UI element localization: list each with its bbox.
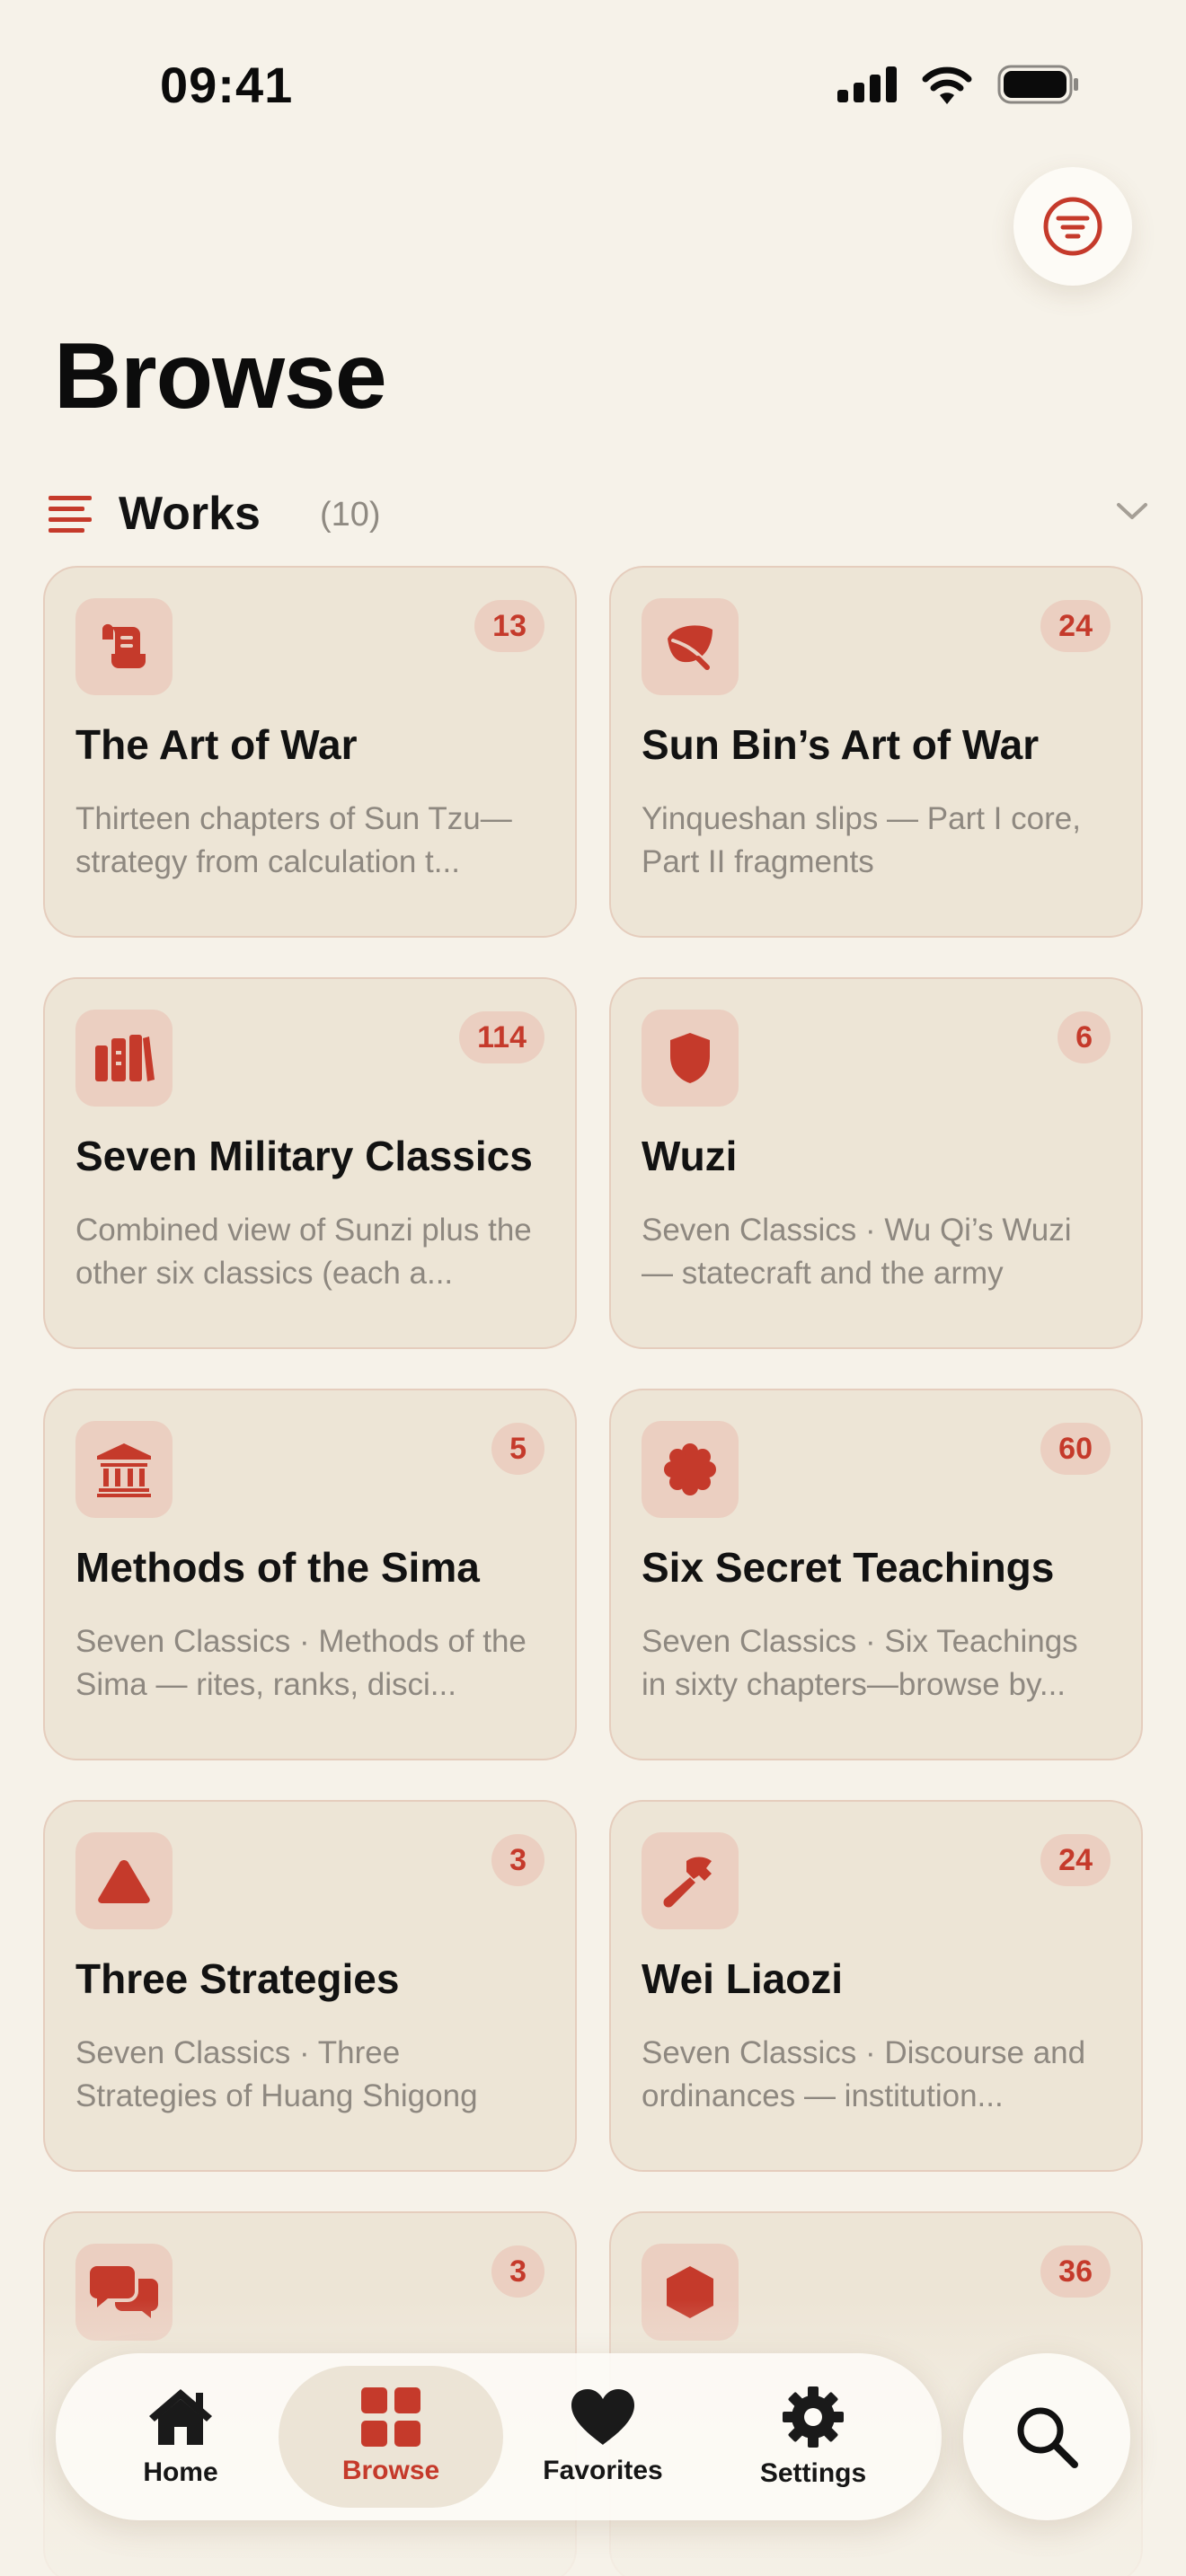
status-time: 09:41 bbox=[160, 57, 294, 113]
search-button[interactable] bbox=[963, 2353, 1130, 2520]
tab-settings[interactable]: Settings bbox=[701, 2366, 925, 2508]
battery-icon bbox=[997, 65, 1078, 104]
card-description: Yinqueshan slips — Part I core, Part II … bbox=[642, 801, 1081, 879]
section-count: (10) bbox=[320, 496, 381, 534]
tab-label: Browse bbox=[341, 2456, 440, 2485]
works-grid: 13 The Art of War Thirteen chapters of S… bbox=[43, 566, 1143, 2576]
tab-label: Home bbox=[143, 2457, 218, 2487]
hexagon-icon bbox=[642, 2244, 739, 2341]
card-title: Three Strategies bbox=[75, 1955, 400, 2002]
chapter-count-badge: 36 bbox=[1040, 2245, 1111, 2298]
work-card[interactable]: 13 The Art of War Thirteen chapters of S… bbox=[43, 566, 577, 938]
card-description: Seven Classics · Discourse and ordinance… bbox=[642, 2035, 1086, 2113]
grid-icon bbox=[361, 2387, 420, 2447]
heart-icon bbox=[571, 2389, 634, 2445]
scroll-icon bbox=[75, 598, 173, 695]
card-description: Combined view of Sunzi plus the other si… bbox=[75, 1213, 532, 1291]
page-title: Browse bbox=[54, 324, 387, 428]
chapter-count-badge: 114 bbox=[459, 1011, 544, 1063]
card-description: Thirteen chapters of Sun Tzu—strategy fr… bbox=[75, 801, 512, 879]
card-description: Seven Classics · Wu Qi’s Wuzi — statecra… bbox=[642, 1213, 1072, 1291]
chapter-count-badge: 24 bbox=[1040, 600, 1111, 652]
chapter-count-badge: 3 bbox=[491, 1834, 544, 1886]
card-description: Seven Classics · Methods of the Sima — r… bbox=[75, 1624, 527, 1702]
tab-label: Settings bbox=[759, 2458, 867, 2488]
card-title: Seven Military Classics bbox=[75, 1133, 533, 1179]
card-title: The Art of War bbox=[75, 721, 358, 768]
shield-icon bbox=[642, 1010, 739, 1107]
tab-home[interactable]: Home bbox=[68, 2366, 293, 2508]
work-card[interactable]: 24 Sun Bin’s Art of War Yinqueshan slips… bbox=[609, 566, 1143, 938]
seal-icon bbox=[642, 1421, 739, 1518]
house-icon bbox=[149, 2389, 212, 2445]
work-card[interactable]: 5 Methods of the Sima Seven Classics · M… bbox=[43, 1389, 577, 1760]
wifi-icon bbox=[922, 66, 972, 104]
card-title: Methods of the Sima bbox=[75, 1544, 480, 1591]
work-card[interactable]: 3 Three Strategies Seven Classics · Thre… bbox=[43, 1800, 577, 2172]
status-bar: 09:41 bbox=[0, 0, 1186, 171]
gear-icon bbox=[783, 2386, 844, 2448]
hammer-icon bbox=[642, 1832, 739, 1929]
card-title: Sun Bin’s Art of War bbox=[642, 721, 1040, 768]
chevron-down-icon[interactable] bbox=[1116, 501, 1148, 521]
signal-icon bbox=[837, 66, 897, 102]
building-columns-icon bbox=[75, 1421, 173, 1518]
work-card[interactable]: 114 Seven Military Classics Combined vie… bbox=[43, 977, 577, 1349]
tab-bar: Home Browse Favorites Settings bbox=[56, 2353, 942, 2520]
works-section-header[interactable]: Works (10) bbox=[45, 483, 1148, 544]
chapter-count-badge: 13 bbox=[474, 600, 544, 652]
chapter-count-badge: 24 bbox=[1040, 1834, 1111, 1886]
filter-button[interactable] bbox=[1013, 167, 1132, 286]
status-icons bbox=[837, 65, 1080, 104]
chapter-count-badge: 5 bbox=[491, 1423, 544, 1475]
search-icon bbox=[1017, 2407, 1078, 2468]
tab-favorites[interactable]: Favorites bbox=[491, 2366, 715, 2508]
work-card[interactable]: 6 Wuzi Seven Classics · Wu Qi’s Wuzi — s… bbox=[609, 977, 1143, 1349]
chapter-count-badge: 60 bbox=[1040, 1423, 1111, 1475]
card-title: Six Secret Teachings bbox=[642, 1544, 1055, 1591]
work-card[interactable]: 60 Six Secret Teachings Seven Classics ·… bbox=[609, 1389, 1143, 1760]
filter-icon bbox=[1043, 197, 1102, 256]
browse-screen: 09:41 Browse Works (10) 13 The Art of Wa… bbox=[0, 0, 1186, 2576]
chapter-count-badge: 6 bbox=[1058, 1011, 1111, 1063]
card-description: Seven Classics · Six Teachings in sixty … bbox=[642, 1624, 1078, 1702]
chapter-count-badge: 3 bbox=[491, 2245, 544, 2298]
books-icon bbox=[75, 1010, 173, 1107]
card-title: Wuzi bbox=[642, 1133, 738, 1179]
list-icon bbox=[49, 496, 92, 533]
tab-browse[interactable]: Browse bbox=[279, 2366, 503, 2508]
triangle-icon bbox=[75, 1832, 173, 1929]
leaf-icon bbox=[642, 598, 739, 695]
speech-bubbles-icon bbox=[75, 2244, 173, 2341]
card-title: Wei Liaozi bbox=[642, 1955, 844, 2002]
tab-label: Favorites bbox=[543, 2456, 663, 2485]
card-description: Seven Classics · Three Strategies of Hua… bbox=[75, 2035, 478, 2113]
section-title: Works bbox=[119, 488, 261, 540]
work-card[interactable]: 24 Wei Liaozi Seven Classics · Discourse… bbox=[609, 1800, 1143, 2172]
